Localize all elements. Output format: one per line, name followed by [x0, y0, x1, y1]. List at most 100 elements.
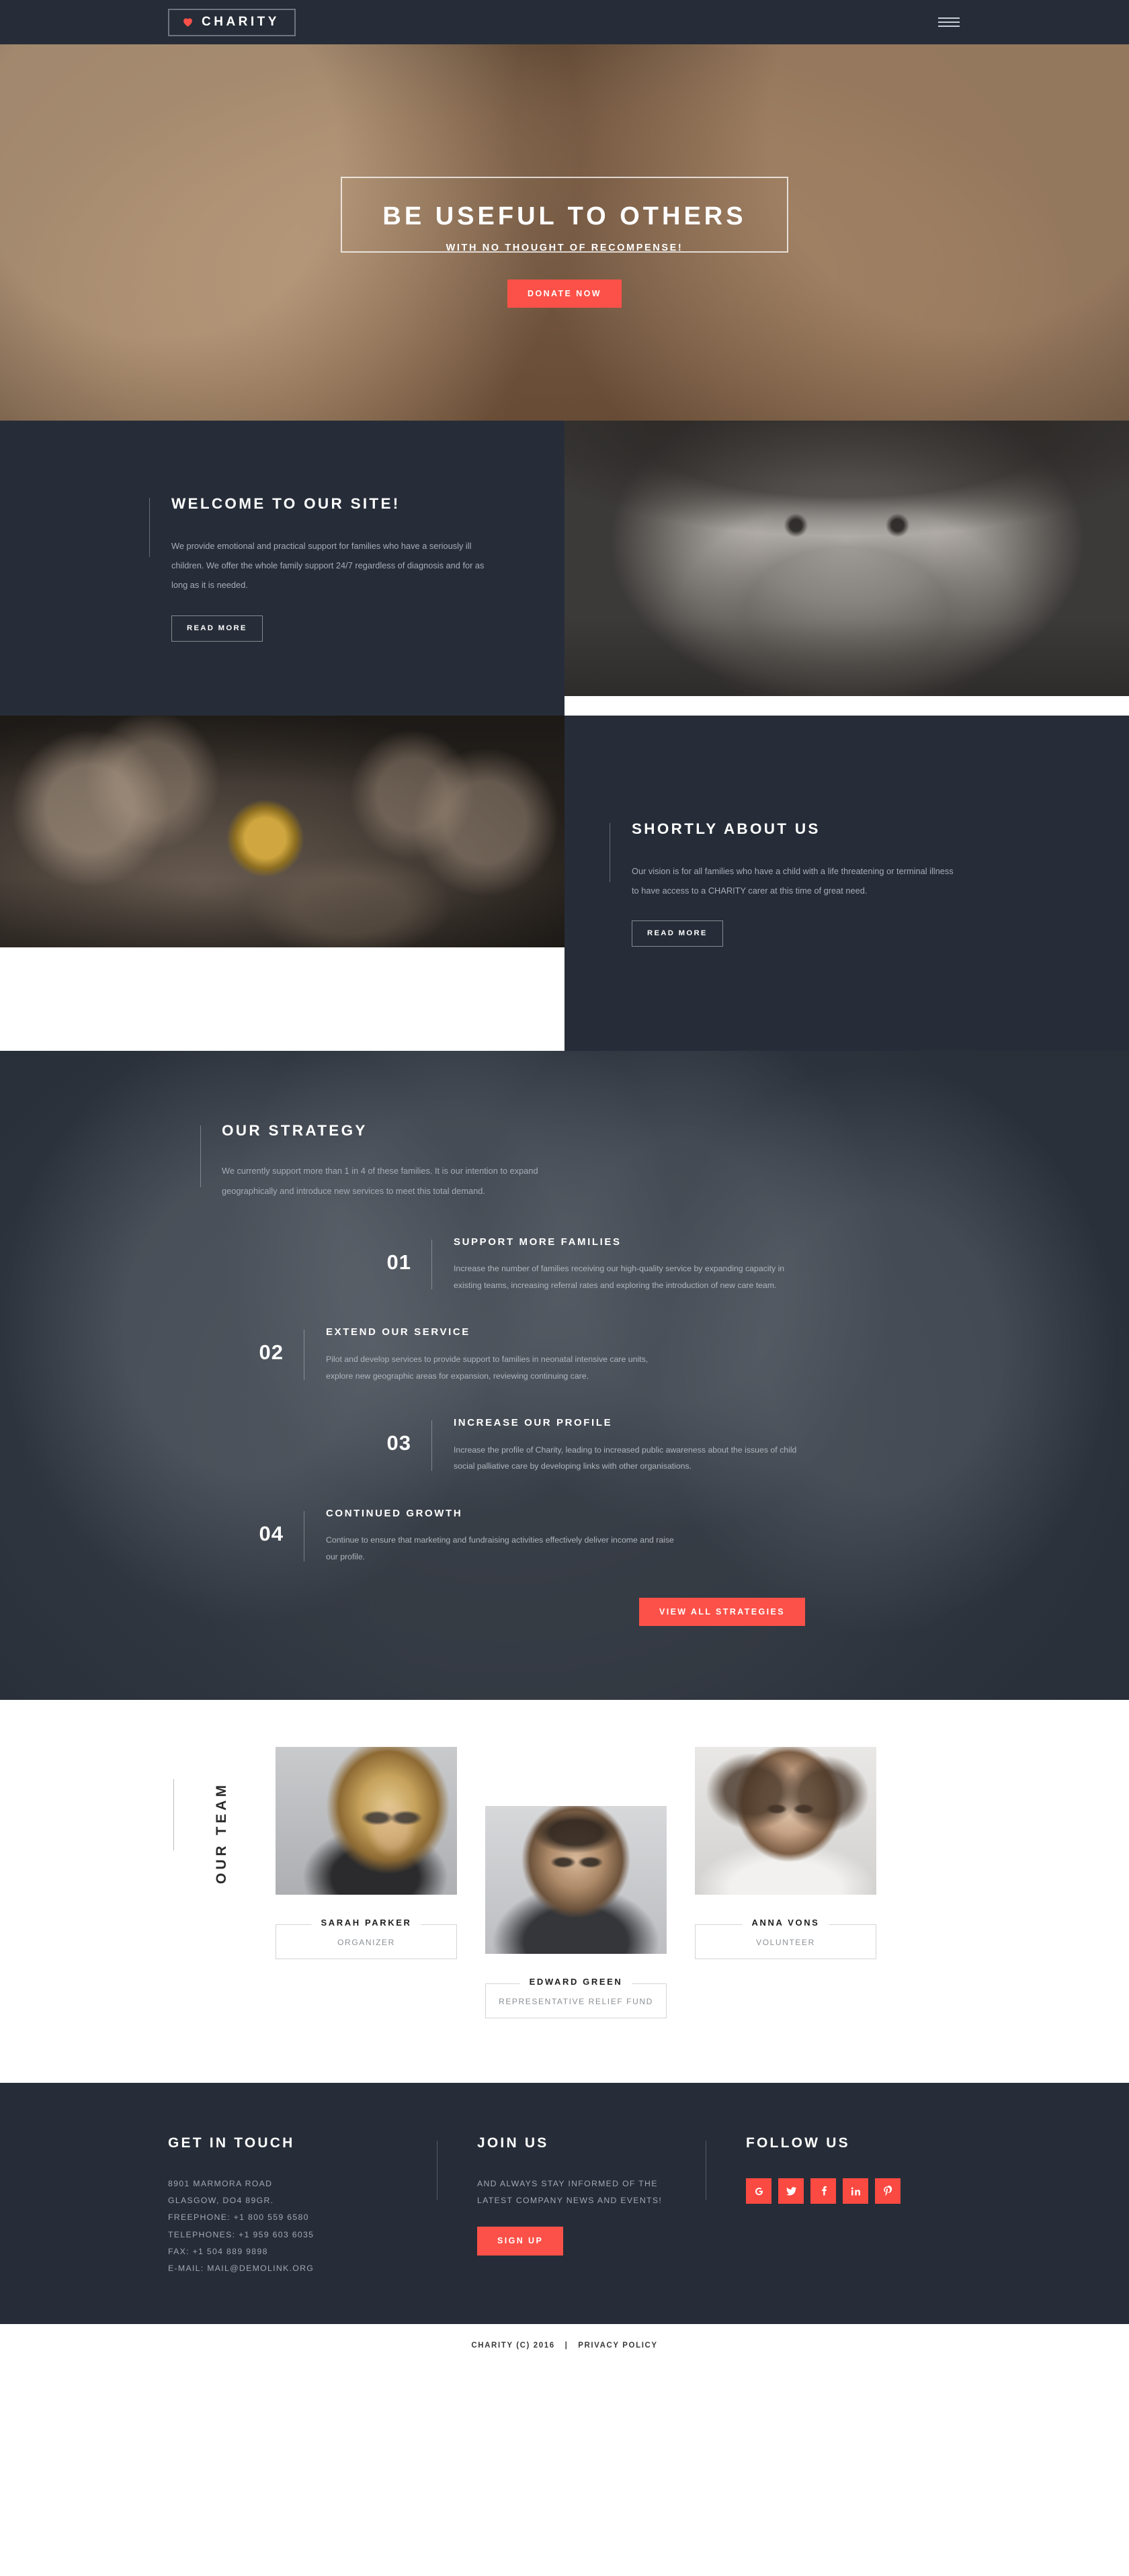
team-member-name: SARAH PARKER: [311, 1918, 421, 1928]
team-section-label: OUR TEAM: [214, 1782, 229, 1885]
linkedin-icon[interactable]: [843, 2178, 868, 2204]
footer-join-text: AND ALWAYS STAY INFORMED OF THE LATEST C…: [477, 2179, 663, 2206]
helping-hands-image: [0, 715, 564, 947]
footer-contact-title: GET IN TOUCH: [168, 2135, 295, 2151]
hero-subtitle: WITH NO THOUGHT OF RECOMPENSE!: [446, 242, 683, 253]
hero-title: BE USEFUL TO OTHERS: [382, 202, 747, 230]
strategy-item-number: 02: [259, 1340, 284, 1365]
strategy-cta-wrap: VIEW ALL STRATEGIES: [168, 1597, 961, 1627]
heart-icon: [181, 15, 194, 28]
strategy-item-title: SUPPORT MORE FAMILIES: [454, 1236, 622, 1248]
strategy-item-desc: Increase the number of families receivin…: [454, 1264, 785, 1290]
team-member-caption: SARAH PARKER ORGANIZER: [276, 1918, 457, 1960]
sign-up-button[interactable]: SIGN UP: [477, 2227, 564, 2256]
menu-bar: [938, 17, 960, 19]
about-title: SHORTLY ABOUT US: [632, 820, 821, 837]
footer-signup-wrap: SIGN UP: [477, 2227, 679, 2256]
strategy-item-title: CONTINUED GROWTH: [326, 1507, 463, 1519]
about-text: Our vision is for all families who have …: [632, 865, 954, 896]
hamburger-menu-icon[interactable]: [938, 15, 960, 30]
footer-contact-column: GET IN TOUCH 8901 MARMORA ROAD GLASGOW, …: [168, 2135, 437, 2277]
donate-now-button[interactable]: DONATE NOW: [507, 279, 622, 308]
team-member-caption: EDWARD GREEN REPRESENTATIVE RELIEF FUND: [485, 1977, 667, 2019]
contact-line-freephone: FREEPHONE: +1 800 559 6580: [168, 2213, 309, 2223]
team-member-card[interactable]: ANNA VONS VOLUNTEER: [695, 1747, 876, 1960]
strategy-heading-wrap: OUR STRATEGY We currently support more t…: [200, 1121, 598, 1200]
team-member-role: ORGANIZER: [337, 1938, 395, 1948]
hero-content: BE USEFUL TO OTHERS WITH NO THOUGHT OF R…: [341, 177, 788, 308]
team-member-name: EDWARD GREEN: [519, 1977, 632, 1987]
team-member-name: ANNA VONS: [742, 1918, 829, 1928]
team-section: OUR TEAM SARAH PARKER ORGANIZER EDWARD G…: [0, 1700, 1129, 2084]
twitter-icon[interactable]: [778, 2178, 804, 2204]
team-member-role: REPRESENTATIVE RELIEF FUND: [499, 1997, 653, 2007]
team-member-card[interactable]: SARAH PARKER ORGANIZER: [276, 1747, 457, 1960]
welcome-text-panel: WELCOME TO OUR SITE! We provide emotiona…: [0, 421, 564, 716]
facebook-icon[interactable]: [810, 2178, 836, 2204]
about-section: SHORTLY ABOUT US Our vision is for all f…: [0, 715, 1129, 1051]
strategy-item-title: INCREASE OUR PROFILE: [454, 1417, 613, 1429]
pinterest-icon[interactable]: [875, 2178, 901, 2204]
privacy-policy-link[interactable]: PRIVACY POLICY: [578, 2342, 657, 2350]
strategy-item-desc: Pilot and develop services to provide su…: [326, 1354, 649, 1381]
strategy-item-number: 04: [259, 1521, 284, 1545]
contact-line-email[interactable]: E-MAIL: MAIL@DEMOLINK.ORG: [168, 2260, 410, 2277]
strategy-item: 02 EXTEND OUR SERVICE Pilot and develop …: [168, 1326, 961, 1384]
team-member-caption: ANNA VONS VOLUNTEER: [695, 1918, 876, 1960]
google-plus-icon[interactable]: [746, 2178, 771, 2204]
contact-line-fax: FAX: +1 504 889 9898: [168, 2246, 268, 2256]
copyright-separator: |: [564, 2342, 569, 2350]
strategy-divider: [431, 1420, 432, 1471]
strategy-item-desc: Increase the profile of Charity, leading…: [454, 1445, 797, 1471]
about-heading-wrap: SHORTLY ABOUT US Our vision is for all f…: [610, 820, 961, 947]
team-cards: SARAH PARKER ORGANIZER EDWARD GREEN REPR…: [276, 1747, 876, 2019]
strategy-text: We currently support more than 1 in 4 of…: [222, 1166, 538, 1196]
strategy-item-body: SUPPORT MORE FAMILIES Increase the numbe…: [454, 1236, 803, 1294]
hero-section: BE USEFUL TO OTHERS WITH NO THOUGHT OF R…: [0, 44, 1129, 421]
logo-text: CHARITY: [202, 14, 280, 29]
about-text-panel: SHORTLY ABOUT US Our vision is for all f…: [564, 715, 1129, 1051]
strategy-item: 04 CONTINUED GROWTH Continue to ensure t…: [168, 1507, 961, 1565]
welcome-section: WELCOME TO OUR SITE! We provide emotiona…: [0, 421, 1129, 716]
team-member-photo: [695, 1747, 876, 1895]
footer-follow-column: FOLLOW US: [706, 2135, 961, 2277]
contact-line-address2: GLASGOW, DO4 89GR.: [168, 2196, 274, 2206]
site-footer: GET IN TOUCH 8901 MARMORA ROAD GLASGOW, …: [0, 2083, 1129, 2325]
logo[interactable]: CHARITY: [168, 8, 296, 36]
footer-join-column: JOIN US AND ALWAYS STAY INFORMED OF THE …: [437, 2135, 706, 2277]
strategy-item: 01 SUPPORT MORE FAMILIES Increase the nu…: [168, 1236, 961, 1294]
footer-follow-title: FOLLOW US: [746, 2135, 850, 2151]
footer-join-title: JOIN US: [477, 2135, 549, 2151]
copyright-text: CHARITY (C) 2016: [471, 2342, 555, 2350]
strategy-item: 03 INCREASE OUR PROFILE Increase the pro…: [168, 1416, 961, 1475]
strategy-item-body: CONTINUED GROWTH Continue to ensure that…: [326, 1507, 675, 1565]
hero-subtitle-wrap: WITH NO THOUGHT OF RECOMPENSE!: [341, 242, 788, 254]
strategy-item-title: EXTEND OUR SERVICE: [326, 1326, 470, 1338]
strategy-item-number: 03: [386, 1431, 411, 1455]
team-member-card[interactable]: EDWARD GREEN REPRESENTATIVE RELIEF FUND: [485, 1806, 667, 2019]
footer-container: GET IN TOUCH 8901 MARMORA ROAD GLASGOW, …: [168, 2135, 961, 2277]
strategy-list: 01 SUPPORT MORE FAMILIES Increase the nu…: [168, 1236, 961, 1565]
welcome-read-more-button[interactable]: READ MORE: [171, 615, 263, 642]
welcome-title: WELCOME TO OUR SITE!: [171, 495, 401, 512]
menu-bar: [938, 26, 960, 27]
girl-portrait-image: [564, 421, 1129, 696]
team-member-photo: [485, 1806, 667, 1955]
strategy-section: OUR STRATEGY We currently support more t…: [0, 1051, 1129, 1700]
about-read-more-button[interactable]: READ MORE: [632, 920, 723, 947]
copyright-bar: CHARITY (C) 2016 | PRIVACY POLICY: [0, 2324, 1129, 2370]
strategy-container: OUR STRATEGY We currently support more t…: [168, 1121, 961, 1627]
menu-bar: [938, 22, 960, 23]
social-links: [746, 2178, 961, 2204]
page-root: CHARITY BE USEFUL TO OTHERS WITH NO THOU…: [0, 0, 1129, 2370]
view-all-strategies-button[interactable]: VIEW ALL STRATEGIES: [638, 1597, 805, 1627]
team-member-photo: [276, 1747, 457, 1895]
strategy-item-desc: Continue to ensure that marketing and fu…: [326, 1535, 674, 1561]
contact-line-telephones: TELEPHONES: +1 959 603 6035: [168, 2229, 315, 2239]
team-member-role: VOLUNTEER: [756, 1938, 815, 1948]
welcome-heading-wrap: WELCOME TO OUR SITE! We provide emotiona…: [149, 495, 497, 642]
strategy-item-body: EXTEND OUR SERVICE Pilot and develop ser…: [326, 1326, 675, 1384]
team-label-wrap: OUR TEAM: [168, 1747, 276, 2018]
strategy-title: OUR STRATEGY: [222, 1122, 368, 1140]
team-container: OUR TEAM SARAH PARKER ORGANIZER EDWARD G…: [168, 1747, 961, 2019]
